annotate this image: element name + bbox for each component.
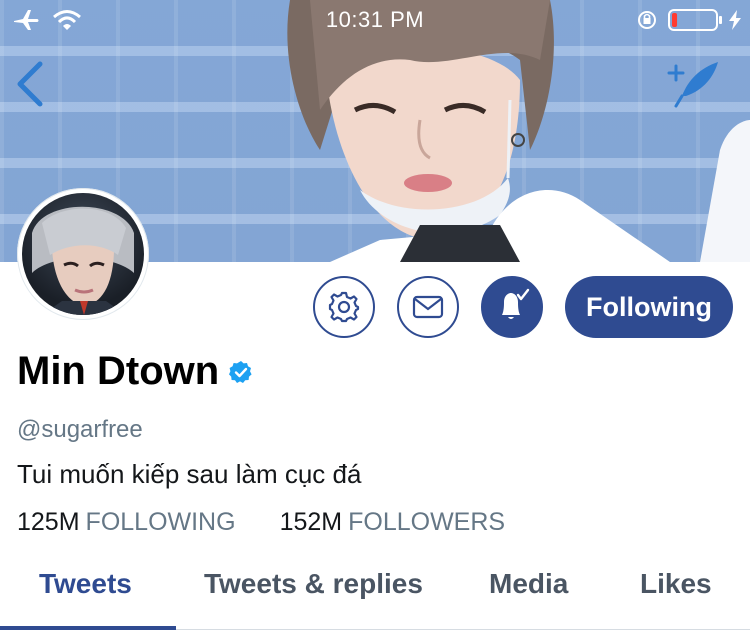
battery-icon [668, 9, 722, 31]
compose-tweet-icon[interactable] [666, 56, 722, 108]
profile-name-row: Min Dtown [17, 349, 253, 394]
active-tab-indicator [0, 626, 176, 630]
profile-tabs: Tweets Tweets & replies Media Likes [0, 560, 750, 631]
message-button[interactable] [397, 276, 459, 338]
charging-icon [729, 10, 741, 30]
following-stat[interactable]: 125M FOLLOWING [17, 508, 236, 537]
profile-name: Min Dtown [17, 349, 220, 393]
back-chevron-icon[interactable] [14, 60, 48, 108]
following-label: FOLLOWING [85, 508, 236, 536]
following-count: 125M [17, 508, 80, 536]
tab-likes[interactable]: Likes [640, 568, 712, 600]
avatar-photo [22, 193, 144, 315]
followers-stat[interactable]: 152M FOLLOWERS [280, 508, 506, 537]
status-bar: 10:31 PM [0, 0, 750, 40]
orientation-lock-icon [638, 11, 656, 29]
tab-tweets-replies[interactable]: Tweets & replies [204, 568, 423, 600]
profile-bio: Tui muốn kiếp sau làm cục đá [17, 459, 362, 489]
verified-badge-icon [229, 360, 252, 383]
profile-stats: 125M FOLLOWING 152M FOLLOWERS [17, 508, 505, 537]
notifications-button[interactable] [481, 276, 543, 338]
avatar[interactable] [17, 188, 149, 320]
following-button[interactable]: Following [565, 276, 733, 338]
tab-media[interactable]: Media [489, 568, 568, 600]
followers-label: FOLLOWERS [348, 508, 506, 536]
settings-button[interactable] [313, 276, 375, 338]
gear-icon [328, 291, 360, 323]
profile-handle: @sugarfree [17, 416, 143, 443]
envelope-icon [412, 295, 444, 319]
tab-tweets[interactable]: Tweets [39, 568, 132, 600]
followers-count: 152M [279, 508, 343, 536]
bell-check-icon [502, 288, 530, 319]
